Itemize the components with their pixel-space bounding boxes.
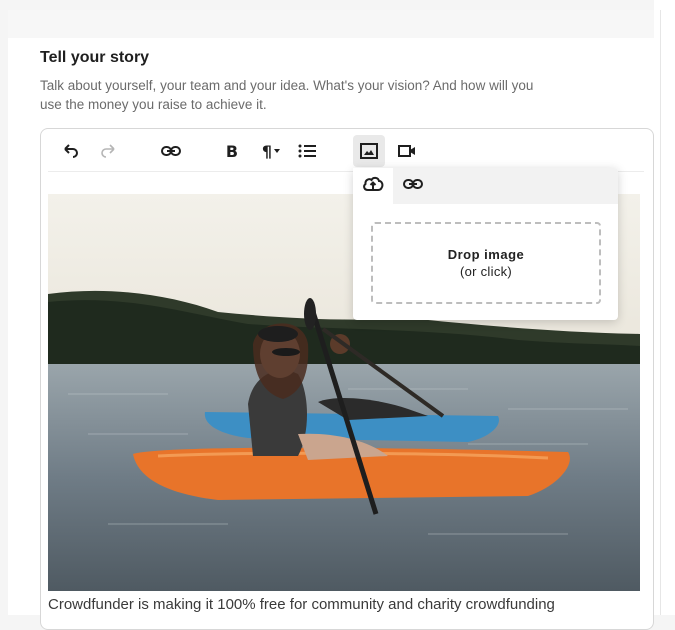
dropzone-subtitle: (or click) (459, 264, 513, 279)
paragraph-icon: ¶ (261, 141, 273, 161)
undo-icon (61, 141, 81, 161)
right-divider (660, 10, 661, 615)
redo-button[interactable] (95, 138, 121, 164)
bullet-list-icon (297, 142, 317, 160)
card-top-band (8, 10, 654, 38)
tab-link[interactable] (393, 168, 433, 204)
section-description: Talk about yourself, your team and your … (40, 78, 534, 112)
image-icon (360, 143, 378, 159)
video-icon (397, 143, 417, 159)
image-insert-popover: Drop image (or click) (353, 168, 618, 320)
upload-cloud-icon (362, 175, 384, 198)
image-dropzone[interactable]: Drop image (or click) (371, 222, 601, 304)
paragraph-format-button[interactable]: ¶ (256, 138, 288, 164)
dropzone-title: Drop image (447, 247, 525, 262)
insert-link-button[interactable] (158, 138, 184, 164)
insert-image-button[interactable] (353, 135, 385, 167)
redo-icon (98, 141, 118, 161)
link-icon (160, 141, 182, 161)
tab-upload[interactable] (353, 168, 393, 204)
right-gutter (654, 0, 675, 615)
chevron-down-icon (272, 146, 282, 156)
insert-video-button[interactable] (395, 138, 419, 164)
popover-tab-bar (353, 168, 618, 204)
bold-button[interactable]: B (222, 138, 242, 164)
link-icon (402, 174, 424, 199)
section-title: Tell your story (40, 49, 150, 66)
editor-caption-text[interactable]: Crowdfunder is making it 100% free for c… (48, 596, 555, 613)
undo-button[interactable] (58, 138, 84, 164)
bullet-list-button[interactable] (295, 138, 319, 164)
